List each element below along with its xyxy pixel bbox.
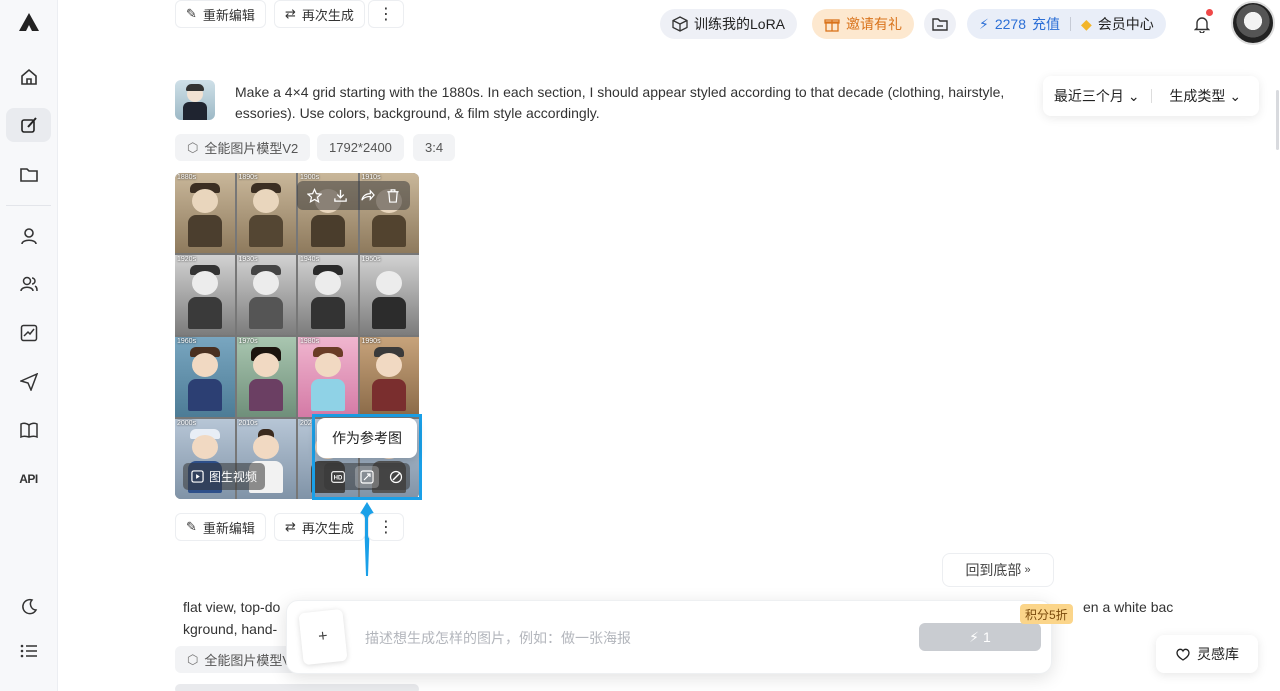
pencil-icon: ✎ — [186, 519, 197, 534]
grid-cell: 1930s — [236, 255, 296, 335]
asset-folder-button[interactable] — [924, 9, 956, 39]
reference-image-icon — [360, 469, 374, 484]
prompt-input[interactable]: 描述想生成怎样的图片，例如：做一张海报 — [365, 628, 631, 648]
refresh-icon: ⇄ — [285, 6, 296, 21]
double-chevron-down-icon: » — [1024, 564, 1031, 576]
reference-tooltip: 作为参考图 — [317, 418, 417, 458]
grid-cell: 1880s — [175, 173, 235, 253]
pencil-icon: ✎ — [186, 6, 197, 21]
hd-icon: HD — [331, 470, 346, 483]
regenerate-button-top[interactable]: ⇄ 再次生成 — [274, 0, 365, 28]
grid-cell: 1950s — [359, 255, 419, 335]
brush-edit-icon[interactable] — [6, 108, 51, 142]
credits-bar: ⚡ 2278 充值 ◆ 会员中心 — [967, 9, 1166, 39]
more-options-button-top[interactable]: ⋮ — [368, 0, 404, 28]
main-content: ✎ 重新编辑 ⇄ 再次生成 ⋮ 训练我的LoRA 邀请有礼 ⚡ 2278 充值 ◆ … — [58, 0, 1280, 691]
grid-cell: 1990s — [359, 337, 419, 417]
reedit-button-top[interactable]: ✎ 重新编辑 — [175, 0, 266, 28]
invite-button[interactable]: 邀请有礼 — [812, 9, 914, 39]
edit-brush-button[interactable] — [384, 466, 408, 488]
lightning-icon: ⚡ — [979, 15, 989, 32]
api-link[interactable]: API — [6, 462, 51, 496]
gift-icon — [824, 19, 840, 32]
refresh-icon: ⇄ — [285, 519, 296, 534]
folder-icon[interactable] — [6, 157, 51, 191]
filter-dropdowns: 最近三个月 ⌄ 生成类型 ⌄ — [1043, 76, 1259, 116]
credits-balance: 2278 — [994, 16, 1026, 32]
model-icon: ⬡ — [187, 651, 199, 667]
more-options-button[interactable]: ⋮ — [368, 513, 404, 541]
book-icon[interactable] — [6, 413, 51, 447]
cube-icon — [672, 16, 688, 32]
chevron-down-icon: ⌄ — [1229, 87, 1242, 104]
recharge-link[interactable]: 充值 — [1032, 14, 1060, 34]
send-icon[interactable] — [6, 365, 51, 399]
reference-thumbnail[interactable] — [175, 80, 215, 120]
left-sidebar: API — [0, 0, 58, 691]
regenerate-button[interactable]: ⇄ 再次生成 — [274, 513, 365, 541]
users-icon[interactable] — [6, 267, 51, 301]
share-icon[interactable] — [360, 188, 375, 203]
train-lora-button[interactable]: 训练我的LoRA — [660, 9, 798, 39]
trash-icon[interactable] — [386, 188, 400, 203]
notification-button[interactable] — [1186, 9, 1218, 39]
resolution-tag: 1792*2400 — [317, 134, 404, 161]
reedit-button[interactable]: ✎ 重新编辑 — [175, 513, 266, 541]
bell-icon — [1194, 16, 1210, 33]
add-reference-button[interactable]: + — [298, 608, 348, 666]
user-avatar[interactable] — [1231, 1, 1275, 45]
lightning-icon: ⚡ — [969, 628, 980, 645]
grid-cell: 1920s — [175, 255, 235, 335]
ratio-tag: 3:4 — [413, 134, 456, 161]
download-icon[interactable] — [333, 188, 348, 203]
discount-badge: 积分5折 — [1020, 604, 1073, 624]
app-logo-icon[interactable] — [6, 5, 51, 39]
home-icon[interactable] — [6, 60, 51, 94]
use-as-reference-button[interactable] — [354, 465, 379, 488]
model-tag-next: ⬡ 全能图片模型V — [175, 646, 304, 673]
grid-cell: 1940s — [298, 255, 358, 335]
grid-cell: 1980s — [298, 337, 358, 417]
brush-icon — [389, 470, 402, 483]
list-icon[interactable] — [6, 634, 51, 668]
hd-upscale-button[interactable]: HD — [326, 466, 350, 488]
model-tag: ⬡ 全能图片模型V2 — [175, 134, 311, 161]
member-center-link[interactable]: 会员中心 — [1098, 14, 1154, 34]
image-hover-toolbar — [297, 181, 410, 210]
scrollbar[interactable] — [1276, 90, 1279, 150]
grid-cell: 1970s — [236, 337, 296, 417]
model-icon: ⬡ — [187, 139, 199, 155]
generate-button[interactable]: ⚡ 1 — [919, 623, 1041, 651]
back-to-bottom-button[interactable]: 回到底部» — [942, 553, 1054, 587]
chevron-down-icon: ⌄ — [1127, 87, 1140, 104]
star-icon[interactable] — [306, 188, 322, 203]
inspiration-library-button[interactable]: 灵感库 — [1156, 635, 1258, 673]
analytics-icon[interactable] — [6, 316, 51, 350]
image-to-video-button[interactable]: 图生视频 — [183, 463, 266, 490]
generation-type-dropdown[interactable]: 生成类型 ⌄ — [1152, 86, 1260, 106]
grid-cell: 1890s — [236, 173, 296, 253]
prompt-text: Make a 4×4 grid starting with the 1880s.… — [235, 84, 1005, 121]
svg-text:HD: HD — [334, 475, 343, 481]
notification-dot — [1206, 9, 1213, 16]
next-image-preview — [175, 684, 419, 691]
dark-mode-icon[interactable] — [6, 590, 51, 624]
user-icon[interactable] — [6, 219, 51, 253]
folder-icon — [932, 18, 948, 31]
grid-cell: 1960s — [175, 337, 235, 417]
image-tools: HD — [324, 463, 410, 490]
diamond-icon: ◆ — [1081, 15, 1092, 32]
prompt-composer: + 描述想生成怎样的图片，例如：做一张海报 ⚡ 1 — [286, 600, 1052, 674]
time-range-dropdown[interactable]: 最近三个月 ⌄ — [1043, 86, 1151, 106]
inspiration-icon — [1176, 648, 1190, 661]
play-icon — [191, 470, 204, 483]
